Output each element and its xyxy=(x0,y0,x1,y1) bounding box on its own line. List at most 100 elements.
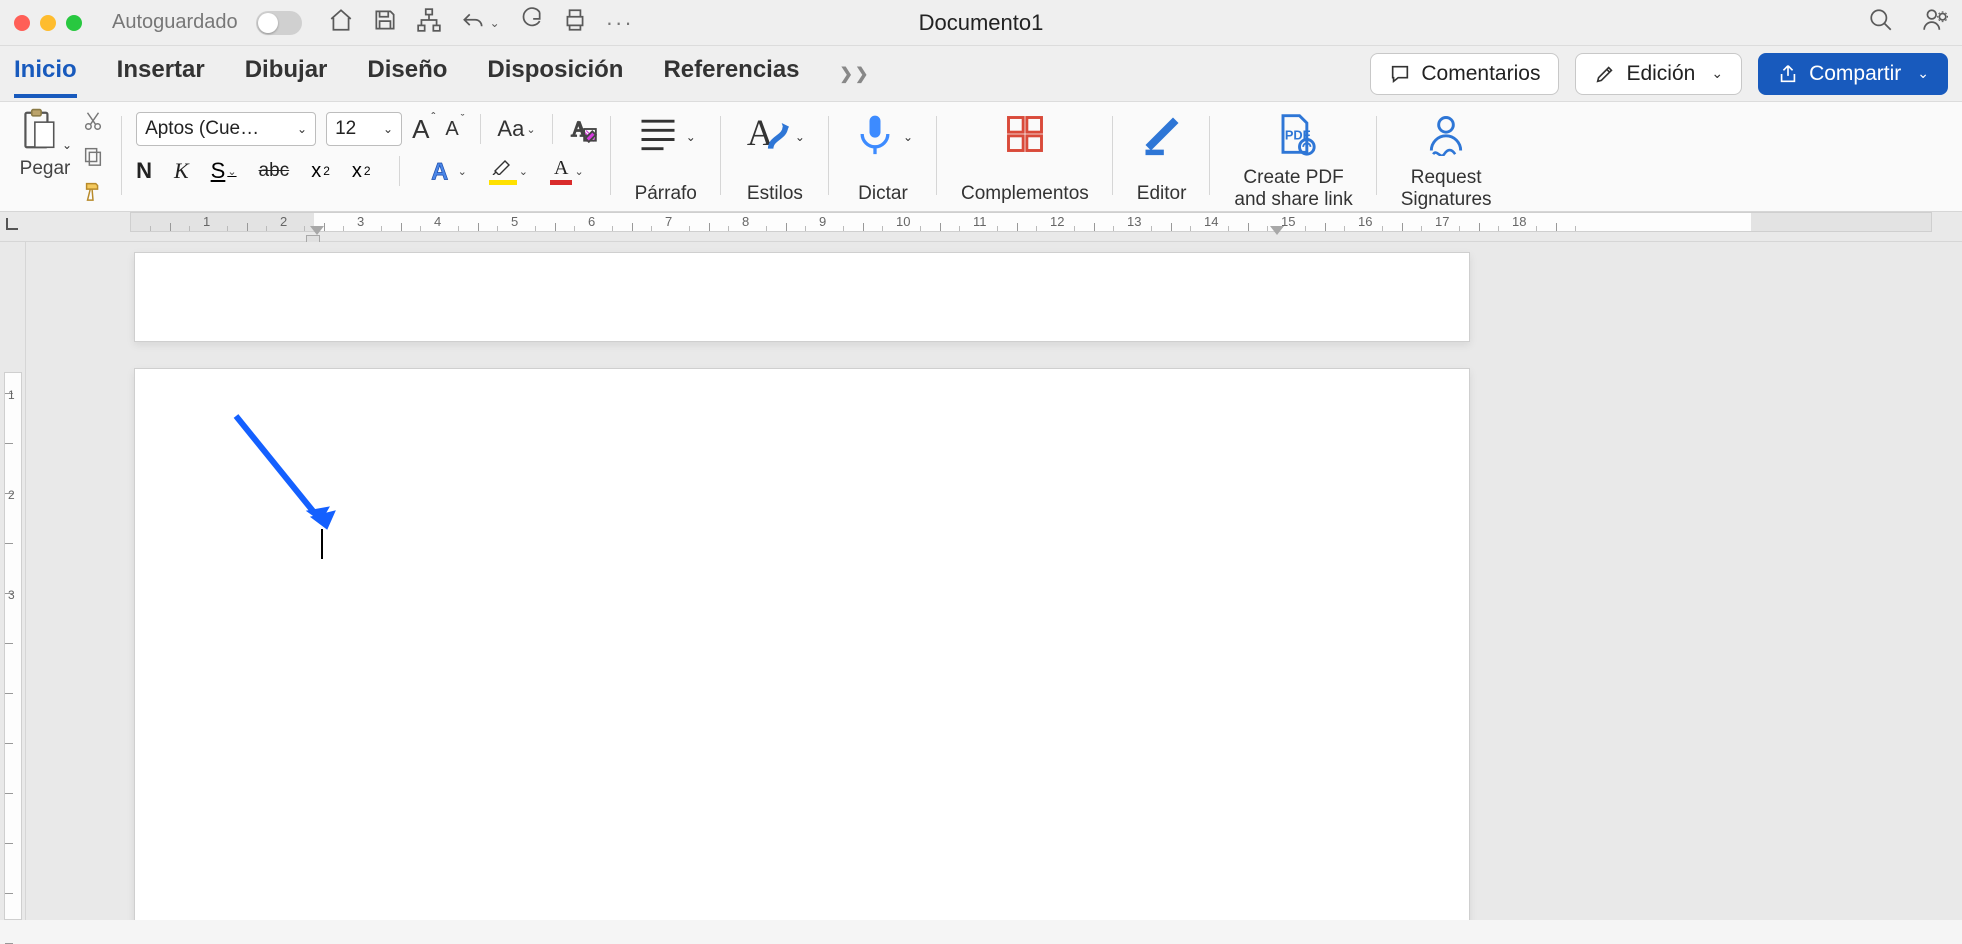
home-icon[interactable] xyxy=(328,7,354,38)
autosave-toggle[interactable] xyxy=(256,11,302,35)
page-current[interactable] xyxy=(134,368,1470,920)
chevron-down-icon[interactable]: ⌄ xyxy=(903,130,913,144)
create-pdf-button[interactable]: PDF xyxy=(1272,112,1316,161)
font-color-button[interactable]: A ⌄ xyxy=(550,157,584,185)
first-line-indent-marker[interactable] xyxy=(310,226,324,235)
more-commands-icon[interactable]: ··· xyxy=(606,10,634,36)
ruler-cm xyxy=(131,213,208,231)
ruler-cm xyxy=(901,213,978,231)
redo-icon[interactable] xyxy=(518,7,544,38)
highlight-button[interactable]: ⌄ xyxy=(489,157,528,185)
paragraph-button[interactable] xyxy=(636,112,680,161)
request-signatures-button[interactable] xyxy=(1424,112,1468,161)
dictate-button[interactable] xyxy=(853,112,897,161)
clear-formatting-button[interactable]: A xyxy=(569,115,597,143)
ruler-cm xyxy=(1055,213,1132,231)
cut-icon[interactable] xyxy=(82,110,104,137)
underline-glyph: S xyxy=(211,158,226,184)
pencil-icon xyxy=(1594,63,1616,85)
chevron-down-icon: ⌄ xyxy=(458,165,467,178)
save-icon[interactable] xyxy=(372,7,398,38)
page-previous[interactable] xyxy=(134,252,1470,342)
group-addins: Complementos xyxy=(937,108,1113,207)
italic-button[interactable]: K xyxy=(174,158,189,184)
ruler-cm xyxy=(670,213,747,231)
font-size-combo[interactable]: 12 ⌄ xyxy=(326,112,402,146)
tab-diseno[interactable]: Diseño xyxy=(367,50,447,98)
tab-inicio[interactable]: Inicio xyxy=(14,50,77,98)
group-request-signatures: Request Signatures xyxy=(1377,108,1516,207)
paste-button[interactable]: ⌄ Pegar xyxy=(18,108,72,180)
chevron-down-icon[interactable]: ⌄ xyxy=(795,130,805,144)
font-size-value: 12 xyxy=(335,118,356,140)
shrink-font-button[interactable]: Aˇ xyxy=(445,118,464,141)
tab-insertar[interactable]: Insertar xyxy=(117,50,205,98)
horizontal-ruler[interactable] xyxy=(0,212,1962,242)
vruler-number: 1 xyxy=(8,388,15,402)
tab-referencias[interactable]: Referencias xyxy=(663,50,799,98)
share-button[interactable]: Compartir ⌄ xyxy=(1758,53,1948,95)
undo-button[interactable]: ⌄ xyxy=(460,10,500,36)
editor-button[interactable] xyxy=(1140,112,1184,161)
window-controls xyxy=(14,15,82,31)
chevron-down-icon[interactable]: ⌄ xyxy=(686,130,696,144)
vertical-ruler[interactable]: 123 xyxy=(0,242,26,920)
font-name-combo[interactable]: Aptos (Cue… ⌄ xyxy=(136,112,316,146)
addins-button[interactable] xyxy=(1003,112,1047,161)
grow-font-button[interactable]: Aˆ xyxy=(412,114,435,145)
ruler-cm xyxy=(1286,213,1363,231)
ruler-cm xyxy=(824,213,901,231)
ruler-cm xyxy=(439,213,516,231)
paragraph-label: Párrafo xyxy=(635,183,697,205)
tabs-overflow-icon[interactable]: ❯❯ xyxy=(840,64,871,84)
chevron-down-icon: ⌄ xyxy=(526,123,535,136)
search-icon[interactable] xyxy=(1868,7,1894,38)
bold-button[interactable]: N xyxy=(136,158,152,184)
underline-button[interactable]: S ⌄ xyxy=(211,158,237,184)
autosave-label: Autoguardado xyxy=(112,11,238,34)
ruler-cm xyxy=(978,213,1055,231)
chevron-down-icon: ⌄ xyxy=(383,122,393,136)
addins-label: Complementos xyxy=(961,183,1089,205)
strikethrough-button[interactable]: abc xyxy=(259,160,290,182)
minimize-window-button[interactable] xyxy=(40,15,56,31)
right-indent-marker[interactable] xyxy=(1270,226,1284,235)
account-icon[interactable] xyxy=(1922,7,1948,38)
group-paragraph: ⌄ Párrafo xyxy=(611,108,721,207)
styles-button[interactable]: A xyxy=(745,112,789,161)
document-canvas[interactable] xyxy=(26,242,1962,920)
chevron-down-icon: ⌄ xyxy=(1917,65,1929,82)
close-window-button[interactable] xyxy=(14,15,30,31)
chevron-down-icon: ⌄ xyxy=(519,165,528,178)
ruler-cm xyxy=(1517,213,1594,231)
superscript-button[interactable]: x2 xyxy=(352,160,371,183)
ruler-cm xyxy=(1132,213,1209,231)
group-editor: Editor xyxy=(1113,108,1211,207)
tab-dibujar[interactable]: Dibujar xyxy=(245,50,328,98)
ruler-cm xyxy=(747,213,824,231)
text-effects-button[interactable]: A ⌄ xyxy=(428,158,467,184)
copy-icon[interactable] xyxy=(82,145,104,172)
group-create-pdf: PDF Create PDF and share link xyxy=(1210,108,1376,207)
annotation-arrow xyxy=(231,411,351,541)
share-icon xyxy=(1777,63,1799,85)
chevron-down-icon: ⌄ xyxy=(574,165,583,178)
tab-disposicion[interactable]: Disposición xyxy=(487,50,623,98)
vruler-number: 2 xyxy=(8,488,15,502)
print-icon[interactable] xyxy=(562,7,588,38)
tab-selector-icon[interactable] xyxy=(2,216,20,234)
group-dictate: ⌄ Dictar xyxy=(829,108,937,207)
format-painter-icon[interactable] xyxy=(82,180,104,207)
zoom-window-button[interactable] xyxy=(66,15,82,31)
subscript-button[interactable]: x2 xyxy=(311,160,330,183)
comments-label: Comentarios xyxy=(1421,62,1540,86)
comments-button[interactable]: Comentarios xyxy=(1370,53,1559,95)
chevron-down-icon: ⌄ xyxy=(297,122,307,136)
change-case-button[interactable]: Aa ⌄ xyxy=(497,116,535,142)
undo-dropdown-icon[interactable]: ⌄ xyxy=(490,16,500,30)
group-clipboard: ⌄ Pegar xyxy=(14,108,122,207)
editing-mode-button[interactable]: Edición ⌄ xyxy=(1575,53,1742,95)
org-chart-icon[interactable] xyxy=(416,7,442,38)
svg-text:A: A xyxy=(431,159,448,184)
document-title[interactable]: Documento1 xyxy=(919,10,1044,36)
